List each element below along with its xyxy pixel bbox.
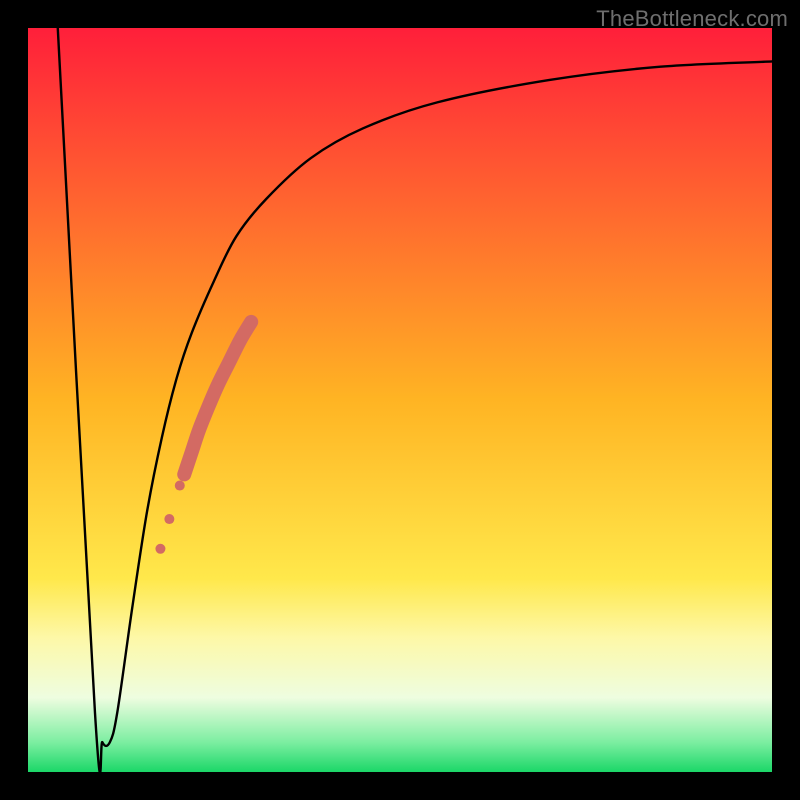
brand-watermark: TheBottleneck.com (596, 6, 788, 32)
highlight-dot (175, 481, 185, 491)
highlight-dot (164, 514, 174, 524)
chart-svg (0, 0, 800, 800)
chart-container: TheBottleneck.com (0, 0, 800, 800)
highlight-dot (155, 544, 165, 554)
plot-background (28, 28, 772, 772)
